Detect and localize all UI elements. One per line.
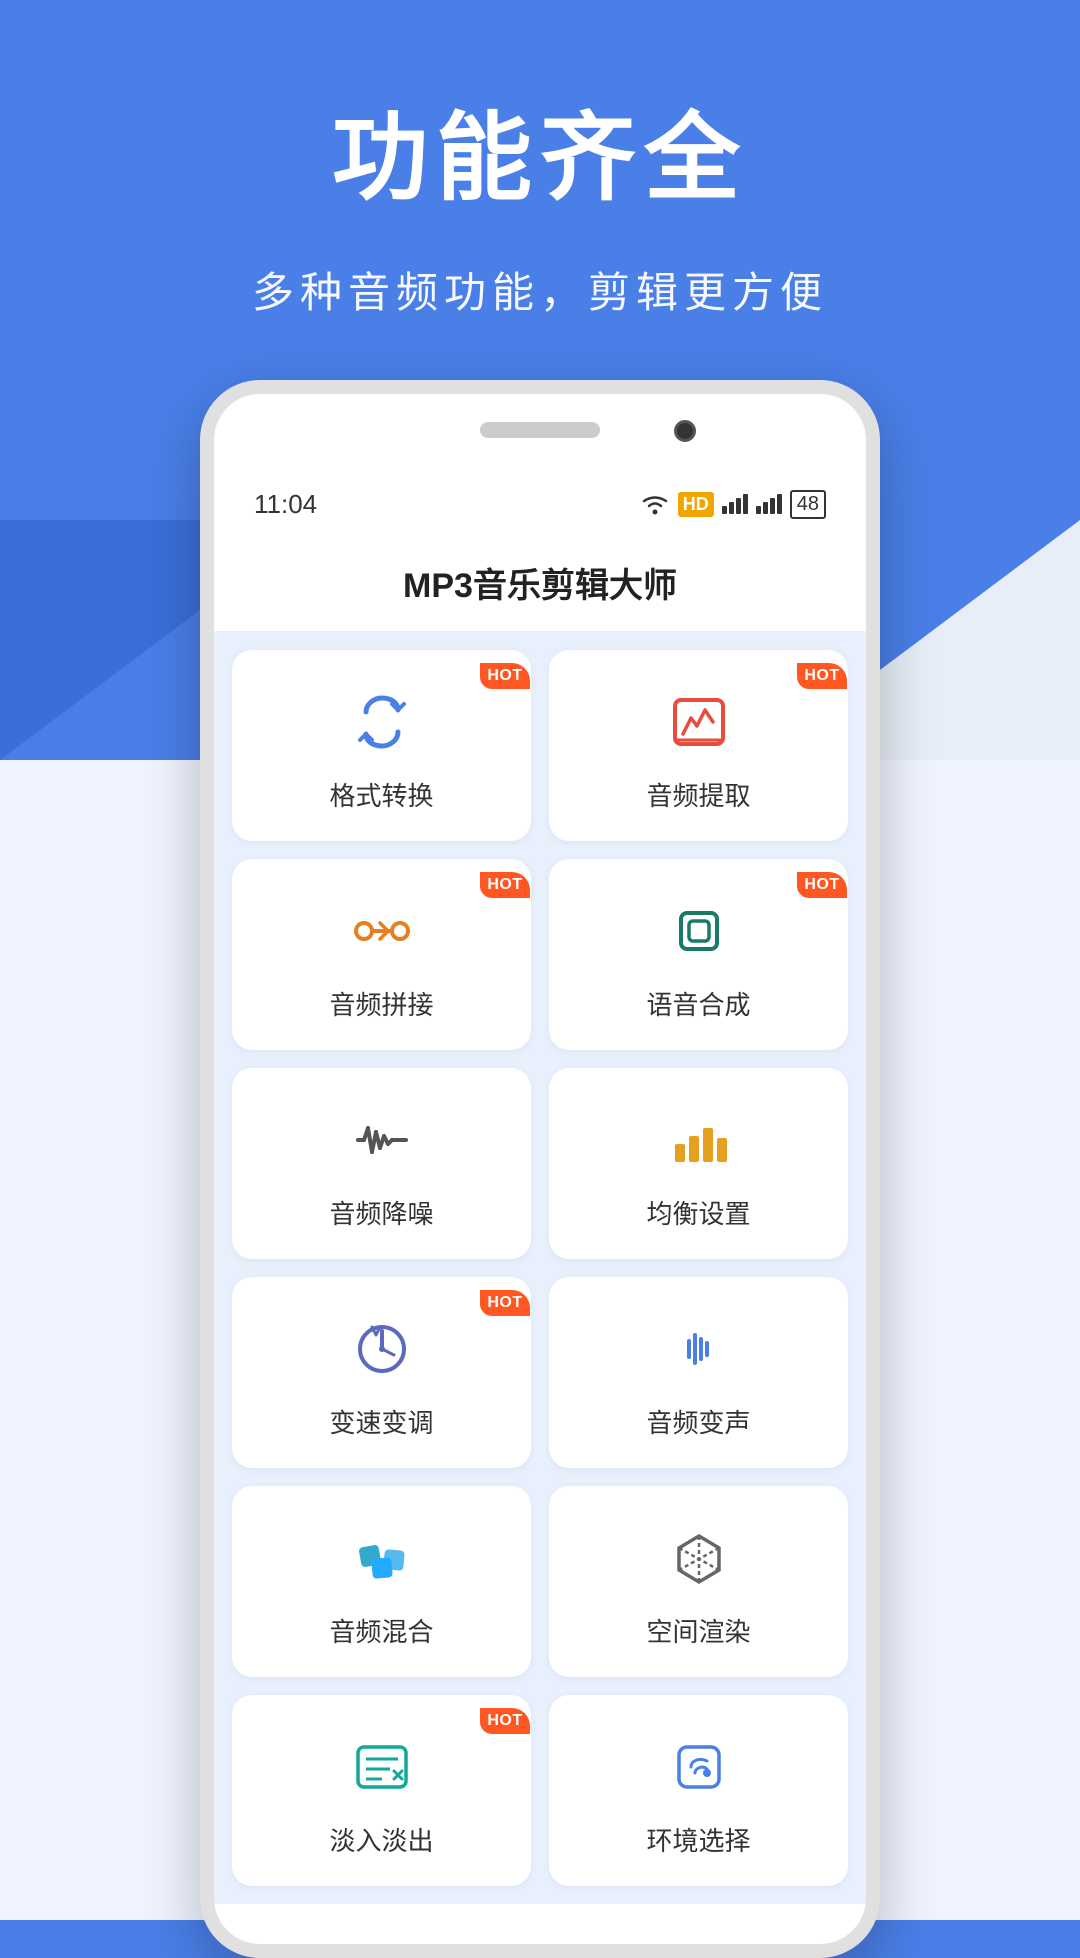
feature-label-audio-extract: 音频提取 <box>646 776 750 813</box>
feature-card-env-select[interactable]: 环境选择 <box>549 1695 848 1886</box>
feature-icon-noise-reduction <box>346 1104 418 1176</box>
features-grid: HOT 格式转换 HOT <box>214 632 866 1904</box>
feature-icon-spatial-render <box>663 1522 735 1594</box>
phone-container: 11:04 HD <box>0 380 1080 1958</box>
phone-speaker <box>480 422 600 438</box>
feature-label-spatial-render: 空间渲染 <box>646 1612 750 1649</box>
phone-top-bar <box>214 394 866 474</box>
phone-bottom <box>214 1904 866 1944</box>
app-title-bar: MP3音乐剪辑大师 <box>214 534 866 632</box>
signal1-icon <box>722 494 748 514</box>
feature-card-audio-extract[interactable]: HOT 音频提取 <box>549 650 848 841</box>
feature-card-spatial-render[interactable]: 空间渲染 <box>549 1486 848 1677</box>
battery-text: 48 <box>790 490 826 519</box>
feature-icon-audio-mix <box>346 1522 418 1594</box>
sub-title: 多种音频功能，剪辑更方便 <box>0 259 1080 320</box>
main-title: 功能齐全 <box>0 80 1080 219</box>
feature-icon-equalizer <box>663 1104 735 1176</box>
hot-badge-voice-synthesis: HOT <box>796 859 848 911</box>
feature-icon-format-convert <box>346 686 418 758</box>
feature-icon-env-select <box>663 1731 735 1803</box>
header-section: 功能齐全 多种音频功能，剪辑更方便 <box>0 0 1080 320</box>
time-display: 11:04 <box>254 489 317 520</box>
hot-badge-fade-in-out: HOT <box>479 1695 531 1747</box>
feature-card-voice-synthesis[interactable]: HOT 语音合成 <box>549 859 848 1050</box>
feature-card-format-convert[interactable]: HOT 格式转换 <box>232 650 531 841</box>
feature-card-audio-mix[interactable]: 音频混合 <box>232 1486 531 1677</box>
app-content: HOT 格式转换 HOT <box>214 632 866 1904</box>
feature-card-voice-change[interactable]: 音频变声 <box>549 1277 848 1468</box>
hot-badge-audio-splice: HOT <box>479 859 531 911</box>
feature-icon-audio-splice <box>346 895 418 967</box>
wifi-icon <box>640 493 670 515</box>
hot-badge-audio-extract: HOT <box>796 650 848 702</box>
feature-icon-speed-pitch <box>346 1313 418 1385</box>
feature-card-fade-in-out[interactable]: HOT 淡入淡出 <box>232 1695 531 1886</box>
signal2-icon <box>756 494 782 514</box>
status-icons: HD 48 <box>640 490 826 519</box>
feature-icon-voice-synthesis <box>663 895 735 967</box>
hot-badge-speed-pitch: HOT <box>479 1277 531 1329</box>
feature-label-equalizer: 均衡设置 <box>646 1194 750 1231</box>
feature-icon-audio-extract <box>663 686 735 758</box>
feature-label-env-select: 环境选择 <box>646 1821 750 1858</box>
feature-card-speed-pitch[interactable]: HOT 变速变调 <box>232 1277 531 1468</box>
feature-label-format-convert: 格式转换 <box>329 776 433 813</box>
feature-label-audio-splice: 音频拼接 <box>329 985 433 1022</box>
feature-icon-voice-change <box>663 1313 735 1385</box>
feature-label-fade-in-out: 淡入淡出 <box>329 1821 433 1858</box>
feature-label-speed-pitch: 变速变调 <box>329 1403 433 1440</box>
feature-label-audio-mix: 音频混合 <box>329 1612 433 1649</box>
feature-label-voice-synthesis: 语音合成 <box>646 985 750 1022</box>
hot-badge-format-convert: HOT <box>479 650 531 702</box>
status-bar: 11:04 HD <box>214 474 866 534</box>
hd-badge: HD <box>678 492 714 517</box>
feature-label-voice-change: 音频变声 <box>646 1403 750 1440</box>
feature-label-noise-reduction: 音频降噪 <box>329 1194 433 1231</box>
phone-camera <box>674 420 696 442</box>
feature-card-equalizer[interactable]: 均衡设置 <box>549 1068 848 1259</box>
phone-mockup: 11:04 HD <box>200 380 880 1958</box>
app-title: MP3音乐剪辑大师 <box>403 567 677 605</box>
feature-card-audio-splice[interactable]: HOT 音频拼接 <box>232 859 531 1050</box>
feature-card-noise-reduction[interactable]: 音频降噪 <box>232 1068 531 1259</box>
feature-icon-fade-in-out <box>346 1731 418 1803</box>
